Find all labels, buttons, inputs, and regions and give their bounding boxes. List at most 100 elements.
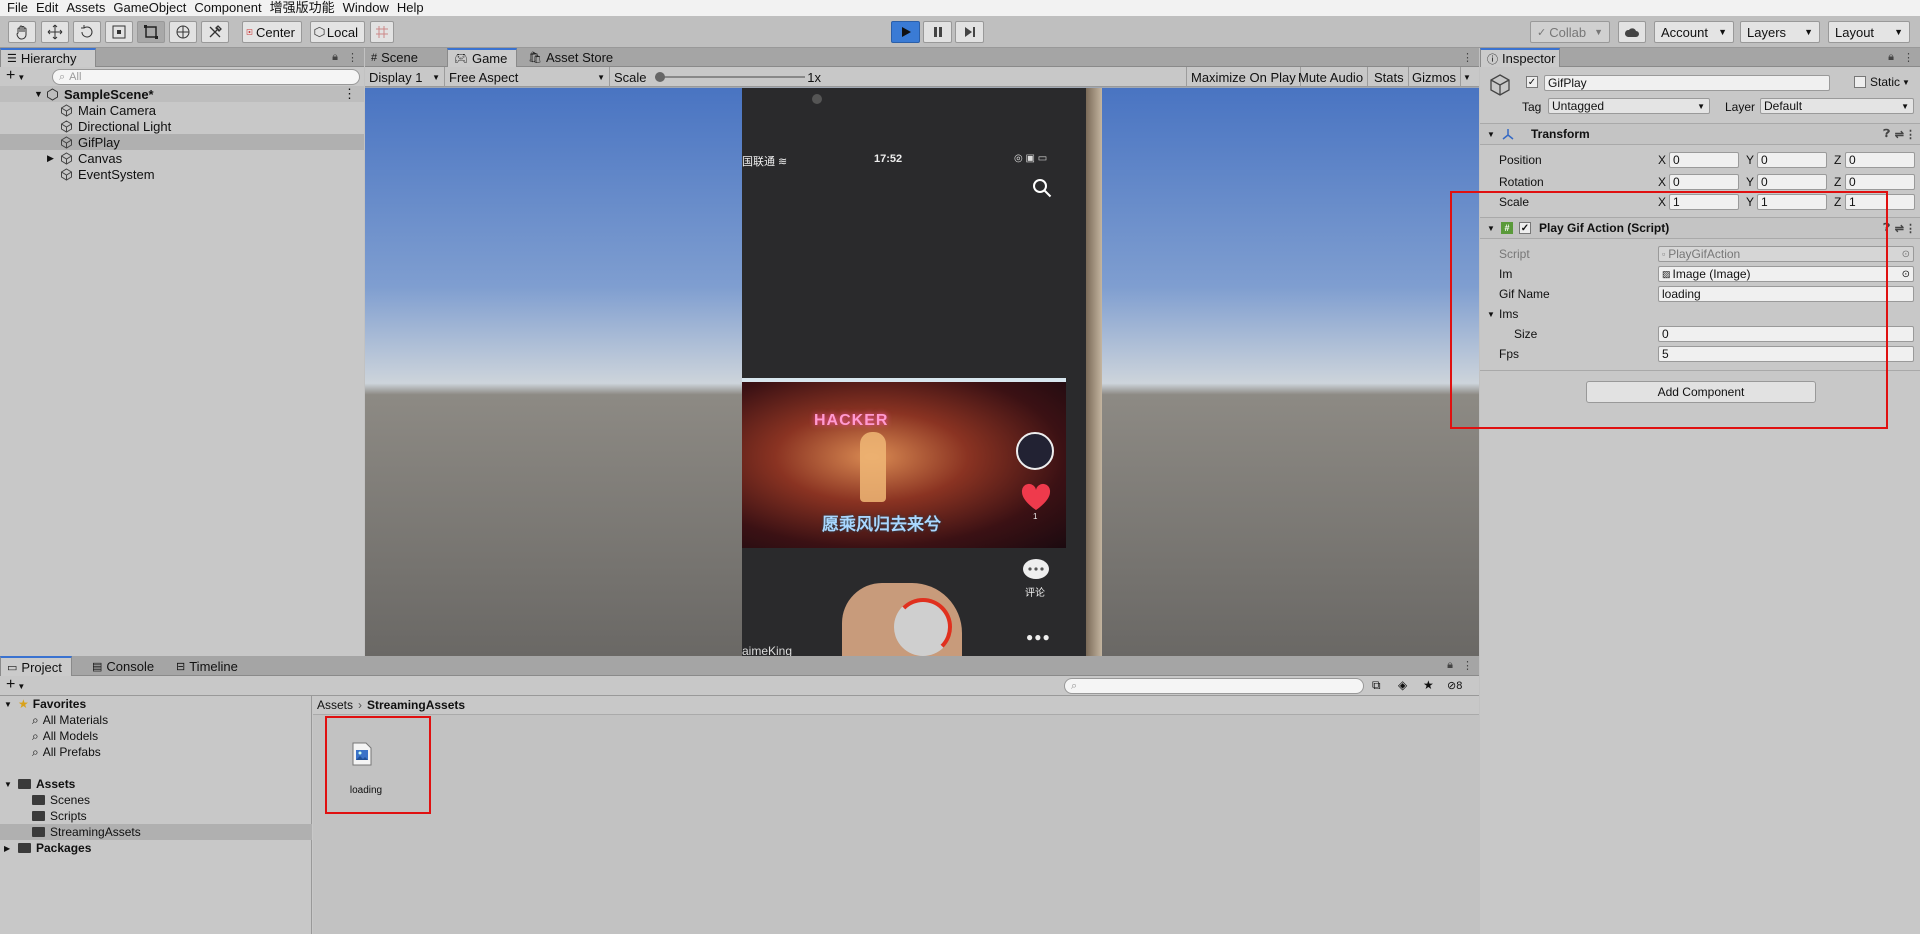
- aspect-dropdown[interactable]: Free Aspect ▼: [445, 67, 610, 87]
- display-dropdown[interactable]: Display 1 ▼: [365, 67, 445, 87]
- tab-hierarchy[interactable]: ☰ Hierarchy: [0, 48, 96, 67]
- move-tool-button[interactable]: [41, 21, 69, 43]
- filter-type-icon[interactable]: ⧉: [1372, 678, 1381, 693]
- slider-thumb[interactable]: [654, 72, 665, 82]
- expand-arrow-icon[interactable]: ▼: [1487, 130, 1501, 139]
- collab-dropdown[interactable]: ✓ Collab ▼: [1530, 21, 1610, 43]
- expand-arrow-icon[interactable]: ▼: [4, 700, 18, 709]
- project-search-input[interactable]: ⌕: [1064, 678, 1364, 694]
- more-icon[interactable]: ⋮: [1462, 659, 1473, 672]
- tab-project[interactable]: ▭ Project: [0, 656, 72, 676]
- position-x-field[interactable]: 0: [1669, 152, 1739, 168]
- position-y-field[interactable]: 0: [1757, 152, 1827, 168]
- snap-button[interactable]: [370, 21, 394, 43]
- object-name-field[interactable]: GifPlay: [1544, 75, 1830, 91]
- pivot-toggle[interactable]: Center: [242, 21, 302, 43]
- menu-help[interactable]: Help: [396, 0, 431, 16]
- position-z-field[interactable]: 0: [1845, 152, 1915, 168]
- transform-tool-button[interactable]: [169, 21, 197, 43]
- tab-game[interactable]: 🎮︎ Game: [447, 48, 517, 67]
- scale-slider[interactable]: [654, 71, 805, 83]
- more-icon[interactable]: ⋮: [343, 86, 356, 102]
- breadcrumb-streamingassets[interactable]: StreamingAssets: [367, 698, 465, 712]
- menu-component[interactable]: Component: [193, 0, 268, 16]
- gizmos-toggle[interactable]: Gizmos: [1408, 67, 1462, 87]
- static-checkbox[interactable]: [1854, 76, 1866, 88]
- cloud-button[interactable]: [1618, 21, 1646, 43]
- hidden-packages-toggle[interactable]: ⊘8: [1447, 679, 1462, 692]
- hierarchy-item-main-camera[interactable]: Main Camera: [0, 102, 364, 118]
- breadcrumb-assets[interactable]: Assets: [317, 698, 353, 712]
- space-toggle[interactable]: Local: [310, 21, 365, 43]
- expand-arrow-icon[interactable]: ▼: [4, 780, 18, 789]
- preset-icon[interactable]: ⇌: [1895, 222, 1904, 235]
- favorites-row[interactable]: ▼ ★ Favorites: [0, 696, 312, 712]
- account-dropdown[interactable]: Account ▼: [1654, 21, 1734, 43]
- rotation-x-field[interactable]: 0: [1669, 174, 1739, 190]
- menu-file[interactable]: File: [6, 0, 35, 16]
- hierarchy-item-canvas[interactable]: ▶ Canvas: [0, 150, 364, 166]
- rotation-y-field[interactable]: 0: [1757, 174, 1827, 190]
- hierarchy-item-eventsystem[interactable]: EventSystem: [0, 166, 364, 182]
- folder-scripts[interactable]: Scripts: [0, 808, 312, 824]
- scene-row[interactable]: ▼ SampleScene* ⋮: [0, 86, 364, 102]
- tab-inspector[interactable]: ⓘ Inspector: [1480, 48, 1560, 67]
- tab-console[interactable]: ▤ Console: [86, 656, 166, 676]
- custom-tool-button[interactable]: [201, 21, 229, 43]
- rotate-tool-button[interactable]: [73, 21, 101, 43]
- favorite-all-materials[interactable]: ⌕ All Materials: [0, 712, 312, 728]
- maximize-on-play-toggle[interactable]: Maximize On Play: [1186, 67, 1301, 87]
- favorite-all-prefabs[interactable]: ⌕ All Prefabs: [0, 744, 312, 760]
- create-button[interactable]: + ▼: [6, 68, 25, 86]
- lock-icon[interactable]: 🔒︎: [1447, 659, 1453, 672]
- scale-tool-button[interactable]: [105, 21, 133, 43]
- more-icon[interactable]: ⋮: [1905, 128, 1916, 141]
- lock-icon[interactable]: 🔒︎: [332, 51, 338, 64]
- more-icon[interactable]: ⋮: [1903, 51, 1914, 64]
- tab-scene[interactable]: # Scene: [365, 48, 437, 67]
- packages-row[interactable]: ▶ Packages: [0, 840, 312, 856]
- menu-window[interactable]: Window: [342, 0, 396, 16]
- tab-asset-store[interactable]: 🛍︎ Asset Store: [522, 48, 622, 67]
- folder-streamingassets[interactable]: StreamingAssets: [0, 824, 312, 840]
- hierarchy-search-input[interactable]: ⌕ All: [52, 69, 360, 85]
- hand-tool-button[interactable]: [8, 21, 36, 43]
- step-button[interactable]: [955, 21, 984, 43]
- favorite-all-models[interactable]: ⌕ All Models: [0, 728, 312, 744]
- assets-row[interactable]: ▼ Assets: [0, 776, 312, 792]
- help-icon[interactable]: ❓︎: [1883, 128, 1890, 141]
- active-checkbox[interactable]: ✓: [1526, 76, 1538, 88]
- expand-arrow-icon[interactable]: ▼: [34, 89, 46, 99]
- more-icon[interactable]: ⋮: [347, 51, 358, 64]
- layer-dropdown[interactable]: Default ▼: [1760, 98, 1914, 114]
- layout-dropdown[interactable]: Layout ▼: [1828, 21, 1910, 43]
- hierarchy-item-gifplay[interactable]: GifPlay: [0, 134, 364, 150]
- star-icon[interactable]: ★: [1423, 678, 1434, 692]
- object-picker-icon[interactable]: ⊙: [1902, 269, 1910, 280]
- expand-arrow-icon[interactable]: ▶: [4, 844, 18, 853]
- transform-header[interactable]: ▼ Transform ❓︎ ⇌ ⋮: [1480, 123, 1920, 145]
- static-toggle[interactable]: Static ▼: [1854, 75, 1910, 89]
- hierarchy-empty-area[interactable]: [0, 190, 364, 656]
- preset-icon[interactable]: ⇌: [1895, 128, 1904, 141]
- gizmos-dropdown[interactable]: ▼: [1459, 67, 1475, 87]
- tag-dropdown[interactable]: Untagged ▼: [1548, 98, 1710, 114]
- layers-dropdown[interactable]: Layers ▼: [1740, 21, 1820, 43]
- stats-toggle[interactable]: Stats: [1370, 67, 1409, 87]
- rotation-z-field[interactable]: 0: [1845, 174, 1915, 190]
- menu-gameobject[interactable]: GameObject: [112, 0, 193, 16]
- menu-edit[interactable]: Edit: [35, 0, 65, 16]
- expand-arrow-icon[interactable]: ▶: [47, 153, 60, 164]
- folder-scenes[interactable]: Scenes: [0, 792, 312, 808]
- play-button[interactable]: [891, 21, 920, 43]
- filter-label-icon[interactable]: ◈: [1398, 678, 1407, 692]
- rect-tool-button[interactable]: [137, 21, 165, 43]
- hierarchy-item-directional-light[interactable]: Directional Light: [0, 118, 364, 134]
- more-icon[interactable]: ⋮: [1905, 222, 1916, 235]
- tab-timeline[interactable]: ⊟ Timeline: [170, 656, 260, 676]
- game-viewport[interactable]: 国联通 ≋ 17:52 ◎ ▣ ▭ HACKER 愿乘风归去来兮 1 评论 ●●…: [365, 88, 1479, 663]
- pause-button[interactable]: [923, 21, 952, 43]
- more-icon[interactable]: ⋮: [1462, 51, 1473, 64]
- menu-enhanced[interactable]: 增强版功能: [269, 0, 342, 16]
- lock-icon[interactable]: 🔒︎: [1888, 51, 1894, 64]
